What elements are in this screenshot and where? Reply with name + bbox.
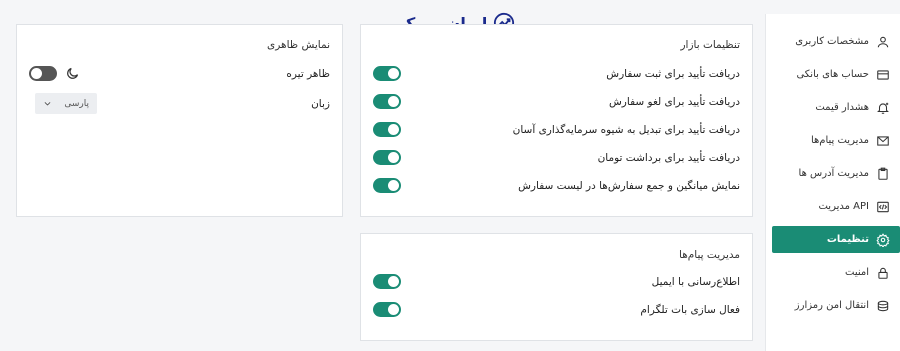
sidebar-item-bank-accounts[interactable]: حساب های بانکی — [772, 61, 900, 88]
setting-row: فعال سازی بات تلگرام — [373, 302, 740, 317]
credit-card-icon — [875, 67, 890, 82]
sidebar-item-api[interactable]: مدیریت API — [772, 193, 900, 220]
setting-row: نمایش میانگین و جمع سفارش‌ها در لیست سفا… — [373, 178, 740, 193]
sidebar-item-messages[interactable]: مدیریت پیام‌ها — [772, 127, 900, 154]
setting-row: اطلاع‌رسانی با ایمیل — [373, 274, 740, 289]
sidebar-item-label: امنیت — [845, 267, 869, 278]
sidebar-item-addresses[interactable]: مدیریت آدرس ها — [772, 160, 900, 187]
setting-label: دریافت تأیید برای ثبت سفارش — [606, 67, 740, 80]
dark-mode-toggle[interactable] — [29, 66, 57, 81]
setting-label: دریافت تأیید برای برداشت تومان — [597, 151, 740, 164]
lock-icon — [875, 265, 890, 280]
setting-row: دریافت تأیید برای تبدیل به شیوه سرمایه‌گ… — [373, 122, 740, 137]
card-title: نمایش ظاهری — [267, 39, 330, 51]
language-row: زبان پارسی — [35, 93, 330, 114]
clipboard-icon — [875, 166, 890, 181]
confirm-cancel-toggle[interactable] — [373, 94, 401, 109]
card-title: مدیریت پیام‌ها — [679, 249, 740, 261]
confirm-withdraw-toggle[interactable] — [373, 150, 401, 165]
confirm-order-toggle[interactable] — [373, 66, 401, 81]
gear-icon — [875, 232, 890, 247]
setting-row: دریافت تأیید برای ثبت سفارش — [373, 66, 740, 81]
setting-label: فعال سازی بات تلگرام — [640, 303, 740, 316]
sidebar-item-label: هشدار قیمت — [815, 102, 869, 113]
dark-mode-label: ظاهر تیره — [286, 67, 330, 80]
sidebar-item-label: مدیریت پیام‌ها — [810, 135, 869, 146]
sidebar-item-label: حساب های بانکی — [796, 69, 869, 80]
sidebar-item-secure-transfer[interactable]: انتقال امن رمزارز — [772, 292, 900, 319]
telegram-bot-toggle[interactable] — [373, 302, 401, 317]
sidebar-item-label: تنظیمات — [826, 234, 869, 245]
sidebar-item-profile[interactable]: مشخصات کاربری — [772, 28, 900, 55]
moon-icon — [67, 67, 79, 79]
language-select[interactable]: پارسی — [35, 93, 97, 114]
dark-mode-row: ظاهر تیره — [29, 66, 330, 81]
sidebar-item-label: مدیریت آدرس ها — [798, 168, 869, 179]
bell-plus-icon — [875, 100, 890, 115]
chevron-down-icon — [44, 102, 51, 106]
sidebar-item-price-alert[interactable]: هشدار قیمت — [772, 94, 900, 121]
code-icon — [875, 199, 890, 214]
setting-label: نمایش میانگین و جمع سفارش‌ها در لیست سفا… — [518, 179, 740, 192]
market-settings-card: تنظیمات بازار دریافت تأیید برای ثبت سفار… — [360, 24, 753, 217]
setting-label: دریافت تأیید برای لغو سفارش — [608, 95, 740, 108]
mail-icon — [875, 133, 890, 148]
sidebar-item-label: مدیریت API — [818, 201, 869, 212]
setting-label: اطلاع‌رسانی با ایمیل — [651, 275, 740, 288]
email-notification-toggle[interactable] — [373, 274, 401, 289]
confirm-easy-invest-toggle[interactable] — [373, 122, 401, 137]
sidebar-item-label: مشخصات کاربری — [795, 36, 869, 47]
card-title: تنظیمات بازار — [680, 39, 740, 51]
language-label: زبان — [311, 97, 330, 110]
appearance-card: نمایش ظاهری ظاهر تیره زبان پارسی — [16, 24, 343, 217]
sidebar-item-security[interactable]: امنیت — [772, 259, 900, 286]
setting-row: دریافت تأیید برای برداشت تومان — [373, 150, 740, 165]
database-icon — [875, 298, 890, 313]
sidebar-item-label: انتقال امن رمزارز — [794, 300, 869, 311]
setting-label: دریافت تأیید برای تبدیل به شیوه سرمایه‌گ… — [512, 123, 740, 136]
language-value: پارسی — [64, 98, 89, 109]
sidebar: مشخصات کاربری حساب های بانکی هشدار قیمت … — [765, 14, 900, 351]
sidebar-item-settings[interactable]: تنظیمات — [772, 226, 900, 253]
user-icon — [875, 34, 890, 49]
message-settings-card: مدیریت پیام‌ها اطلاع‌رسانی با ایمیل فعال… — [360, 233, 753, 341]
setting-row: دریافت تأیید برای لغو سفارش — [373, 94, 740, 109]
show-order-totals-toggle[interactable] — [373, 178, 401, 193]
